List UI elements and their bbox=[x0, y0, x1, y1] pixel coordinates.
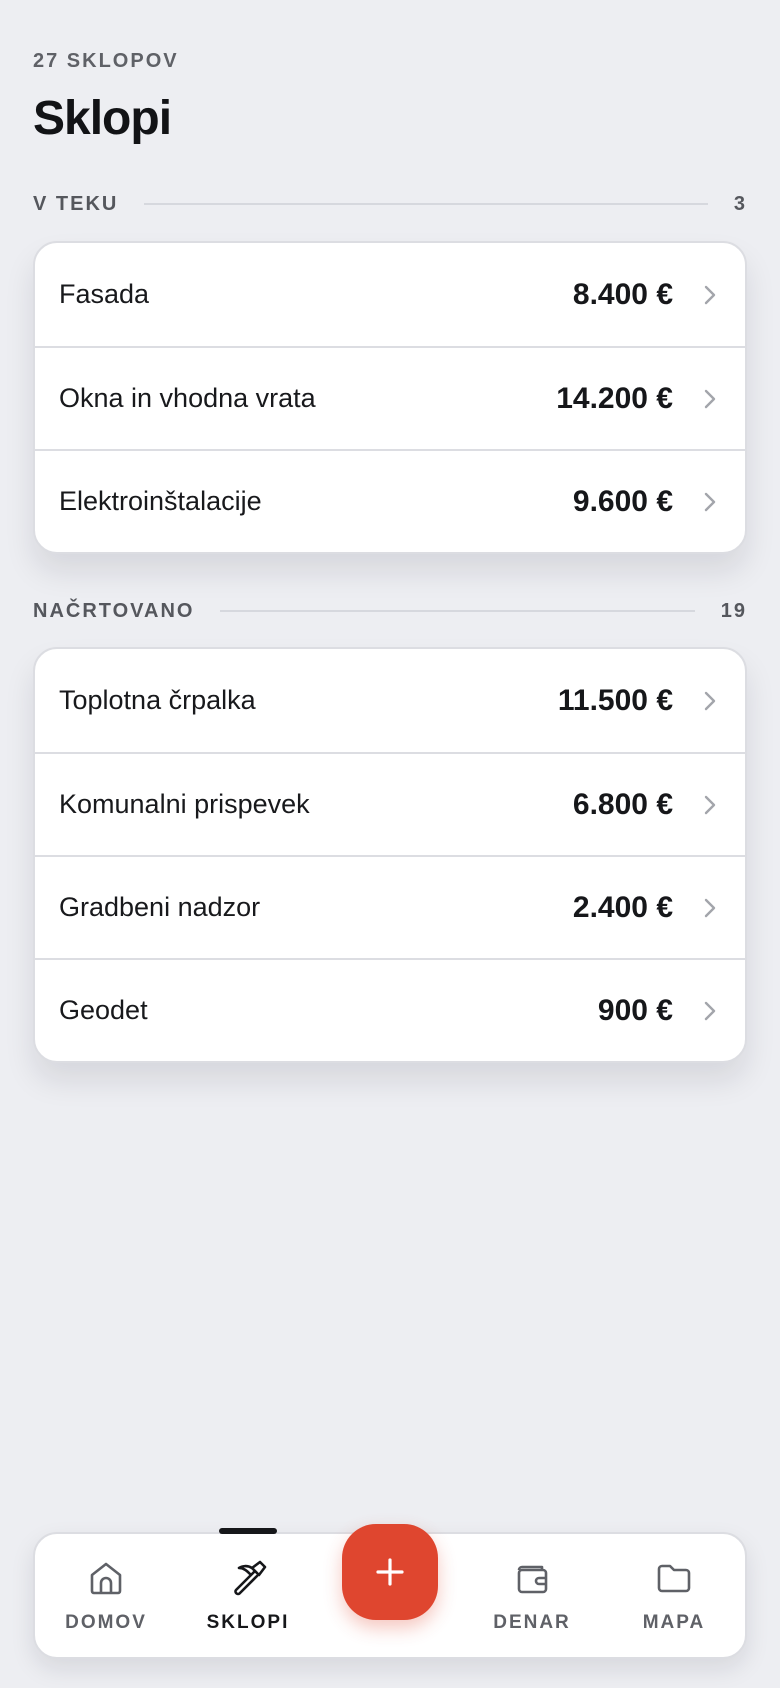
nav-item-denar[interactable]: DENAR bbox=[461, 1534, 603, 1657]
item-name: Geodet bbox=[59, 995, 148, 1025]
nav-label: SKLOPI bbox=[206, 1611, 290, 1633]
chevron-right-icon bbox=[703, 284, 717, 306]
section-count: 3 bbox=[733, 192, 747, 215]
nav-label: MAPA bbox=[642, 1611, 706, 1633]
add-button[interactable] bbox=[342, 1524, 438, 1620]
item-amount: 9.600 € bbox=[572, 484, 673, 518]
item-name: Gradbeni nadzor bbox=[59, 892, 261, 922]
chevron-right-icon bbox=[703, 794, 717, 816]
item-amount: 11.500 € bbox=[557, 683, 673, 717]
item-name: Toplotna črpalka bbox=[59, 685, 256, 715]
section-header-planned: NAČRTOVANO 19 bbox=[33, 596, 747, 626]
home-icon bbox=[90, 1562, 122, 1594]
item-name: Fasada bbox=[59, 279, 150, 309]
nav-label: DENAR bbox=[493, 1611, 571, 1633]
list-item[interactable]: Komunalni prispevek 6.800 € bbox=[35, 752, 745, 855]
chevron-right-icon bbox=[703, 388, 717, 410]
item-name: Komunalni prispevek bbox=[59, 789, 310, 819]
in-progress-list: Fasada 8.400 € Okna in vhodna vrata 14.2… bbox=[33, 241, 747, 554]
active-indicator bbox=[219, 1528, 277, 1534]
item-name: Elektroinštalacije bbox=[59, 486, 262, 516]
list-item[interactable]: Toplotna črpalka 11.500 € bbox=[35, 649, 745, 752]
page-header: 27 SKLOPOV Sklopi bbox=[33, 50, 179, 146]
section-label: V TEKU bbox=[33, 192, 119, 215]
item-amount: 8.400 € bbox=[572, 277, 673, 311]
item-amount: 900 € bbox=[597, 993, 673, 1027]
nav-label: DOMOV bbox=[65, 1611, 147, 1633]
planned-list: Toplotna črpalka 11.500 € Komunalni pris… bbox=[33, 647, 747, 1063]
item-amount: 2.400 € bbox=[572, 890, 673, 924]
list-item[interactable]: Geodet 900 € bbox=[35, 958, 745, 1061]
page-title: Sklopi bbox=[33, 92, 172, 145]
chevron-right-icon bbox=[703, 1000, 717, 1022]
chevron-right-icon bbox=[703, 897, 717, 919]
item-name: Okna in vhodna vrata bbox=[59, 383, 316, 413]
list-item[interactable]: Okna in vhodna vrata 14.200 € bbox=[35, 346, 745, 449]
folder-icon bbox=[657, 1564, 691, 1592]
chevron-right-icon bbox=[703, 491, 717, 513]
nav-item-domov[interactable]: DOMOV bbox=[35, 1534, 177, 1657]
hammer-icon bbox=[234, 1560, 267, 1595]
section-divider bbox=[220, 610, 695, 612]
list-item[interactable]: Fasada 8.400 € bbox=[35, 243, 745, 346]
section-divider bbox=[144, 203, 708, 205]
count-eyebrow: 27 SKLOPOV bbox=[33, 50, 179, 72]
item-amount: 14.200 € bbox=[556, 381, 673, 415]
item-amount: 6.800 € bbox=[572, 787, 673, 821]
wallet-icon bbox=[517, 1565, 548, 1593]
nav-item-sklopi[interactable]: SKLOPI bbox=[177, 1528, 319, 1657]
section-header-in-progress: V TEKU 3 bbox=[33, 189, 747, 219]
plus-icon bbox=[376, 1558, 404, 1586]
chevron-right-icon bbox=[703, 690, 717, 712]
list-item[interactable]: Elektroinštalacije 9.600 € bbox=[35, 449, 745, 552]
section-count: 19 bbox=[720, 599, 747, 622]
list-item[interactable]: Gradbeni nadzor 2.400 € bbox=[35, 855, 745, 958]
section-label: NAČRTOVANO bbox=[33, 599, 195, 622]
nav-item-mapa[interactable]: MAPA bbox=[603, 1534, 745, 1657]
